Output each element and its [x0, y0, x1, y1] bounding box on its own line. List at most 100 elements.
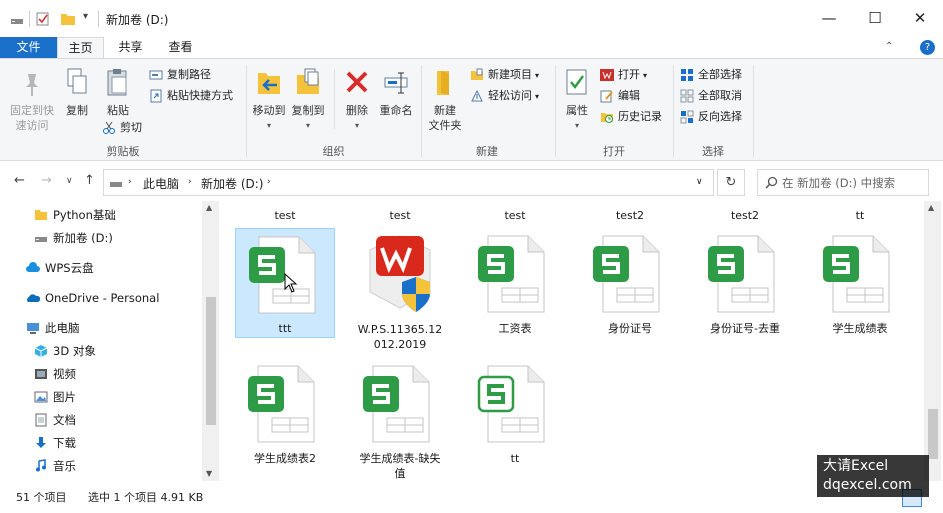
help-icon[interactable]: ?	[920, 40, 935, 55]
cut-label: 剪切	[120, 121, 142, 134]
select-all-label: 全部选择	[698, 68, 742, 81]
copy-path-icon	[149, 70, 163, 80]
nav-item-label: 下载	[53, 436, 76, 450]
file-list-scrollbar[interactable]: ▲	[924, 201, 941, 481]
paste-shortcut-button[interactable]: 粘贴快捷方式	[149, 87, 233, 105]
file-caption[interactable]: test	[350, 209, 450, 222]
wps-sheet-icon	[823, 235, 890, 313]
properties-button[interactable]: 属性 ▾	[560, 67, 594, 133]
copy-to-label: 复制到	[291, 104, 325, 117]
breadcrumb-separator-icon: ›	[128, 177, 132, 187]
new-folder-quick-icon[interactable]	[60, 11, 76, 27]
invert-selection-button[interactable]: 反向选择	[680, 108, 742, 126]
select-all-icon	[681, 69, 693, 81]
file-item-id-number[interactable]: 身份证号	[580, 228, 680, 338]
wps-sheet-outline-icon	[477, 365, 545, 443]
new-folder-label: 新建 文件夹	[428, 104, 462, 132]
file-item-student-grades-2[interactable]: 学生成绩表2	[235, 358, 335, 468]
address-bar[interactable]: › 此电脑 › 新加卷 (D:) › ∨	[103, 169, 714, 196]
pin-quick-access-button[interactable]: 固定到快 速访问	[4, 71, 60, 133]
maximize-button[interactable]: ☐	[852, 5, 898, 31]
select-none-button[interactable]: 全部取消	[680, 87, 742, 105]
delete-button[interactable]: 删除 ▾	[339, 67, 375, 133]
file-item-id-number-dedup[interactable]: 身份证号-去重	[695, 228, 795, 338]
cloud-icon	[26, 262, 40, 272]
back-button[interactable]: ←	[14, 173, 25, 188]
copy-path-button[interactable]: 复制路径	[149, 66, 211, 84]
address-dropdown-icon[interactable]: ∨	[696, 177, 703, 187]
history-icon	[601, 113, 613, 123]
file-item-student-grades-missing[interactable]: 学生成绩表-缺失 值	[350, 358, 450, 480]
file-scroll-thumb[interactable]	[928, 409, 938, 459]
refresh-button[interactable]: ↻	[717, 169, 745, 196]
move-to-label: 移动到	[252, 104, 286, 117]
copy-to-dropdown-icon: ▾	[305, 121, 310, 130]
file-name: 身份证号-去重	[710, 322, 780, 335]
tab-home[interactable]: 主页	[57, 37, 104, 59]
search-input[interactable]	[782, 173, 922, 192]
move-to-button[interactable]: 移动到 ▾	[250, 67, 288, 133]
cut-button[interactable]: 剪切	[102, 119, 142, 137]
properties-label: 属性	[566, 104, 588, 117]
selection-info: 选中 1 个项目 4.91 KB	[88, 491, 204, 504]
file-name: ttt	[278, 322, 292, 335]
delete-icon	[346, 71, 368, 93]
quick-access-dropdown-icon[interactable]: ▾	[83, 11, 93, 27]
search-box[interactable]	[757, 169, 929, 196]
edit-button[interactable]: 编辑	[600, 87, 640, 105]
scroll-down-icon[interactable]: ▼	[206, 469, 212, 478]
copy-button[interactable]: 复制	[58, 67, 96, 118]
tab-view[interactable]: 查看	[158, 37, 203, 59]
rename-button[interactable]: 重命名	[376, 67, 416, 118]
nav-item-label: 视频	[53, 367, 76, 381]
tab-share[interactable]: 共享	[108, 37, 153, 59]
scroll-up-icon[interactable]: ▲	[206, 203, 212, 212]
open-label: 打开	[618, 68, 640, 81]
wps-sheet-icon	[708, 235, 775, 313]
new-folder-icon	[437, 71, 449, 95]
file-caption[interactable]: test	[465, 209, 565, 222]
properties-quick-icon[interactable]	[36, 11, 50, 27]
mouse-cursor-icon	[284, 273, 298, 293]
up-button[interactable]: ↑	[84, 173, 95, 188]
minimize-button[interactable]: —	[806, 5, 852, 31]
drive-icon	[11, 19, 23, 24]
collapse-ribbon-icon[interactable]: ⌃	[885, 41, 893, 52]
new-folder-button[interactable]: 新建 文件夹	[425, 67, 465, 133]
history-label: 历史记录	[618, 110, 662, 123]
nav-item-label: 新加卷 (D:)	[53, 231, 113, 245]
recent-locations-icon[interactable]: ∨	[66, 176, 73, 186]
nav-item-label: OneDrive - Personal	[45, 291, 160, 305]
nav-item-label: WPS云盘	[45, 261, 94, 275]
wps-sheet-icon	[478, 235, 545, 313]
nav-scrollbar[interactable]: ▲ ▼	[202, 201, 219, 481]
select-all-button[interactable]: 全部选择	[680, 66, 742, 84]
history-button[interactable]: 历史记录	[600, 108, 662, 126]
rename-label: 重命名	[379, 104, 413, 117]
video-icon	[35, 369, 47, 379]
file-item-salary[interactable]: 工资表	[465, 228, 565, 338]
scroll-up-icon[interactable]: ▲	[928, 203, 934, 212]
group-label-organize: 组织	[322, 145, 345, 158]
easy-access-button[interactable]: 轻松访问 ▾	[470, 87, 539, 105]
file-item-tt[interactable]: tt	[465, 358, 565, 468]
paste-button[interactable]: 粘贴	[98, 67, 138, 118]
breadcrumb-this-pc[interactable]: 此电脑	[143, 175, 179, 192]
file-item-wps-installer[interactable]: W.P.S.11365.12 012.2019	[350, 228, 450, 351]
file-caption[interactable]: test	[235, 209, 335, 222]
file-caption[interactable]: test2	[580, 209, 680, 222]
nav-scroll-thumb[interactable]	[206, 297, 216, 425]
properties-dropdown-icon: ▾	[574, 121, 579, 130]
open-button[interactable]: 打开 ▾	[600, 66, 647, 84]
file-caption[interactable]: test2	[695, 209, 795, 222]
breadcrumb-drive-d[interactable]: 新加卷 (D:)	[201, 175, 263, 192]
copy-to-button[interactable]: 复制到 ▾	[289, 67, 327, 133]
new-item-button[interactable]: 新建项目 ▾	[470, 66, 539, 84]
file-caption[interactable]: tt	[810, 209, 910, 222]
close-button[interactable]: ✕	[897, 5, 943, 31]
file-item-student-grades[interactable]: 学生成绩表	[810, 228, 910, 338]
invert-selection-icon	[680, 110, 694, 124]
group-label-clipboard: 剪贴板	[106, 145, 140, 158]
forward-button[interactable]: →	[41, 173, 52, 188]
scissors-icon	[103, 121, 115, 134]
